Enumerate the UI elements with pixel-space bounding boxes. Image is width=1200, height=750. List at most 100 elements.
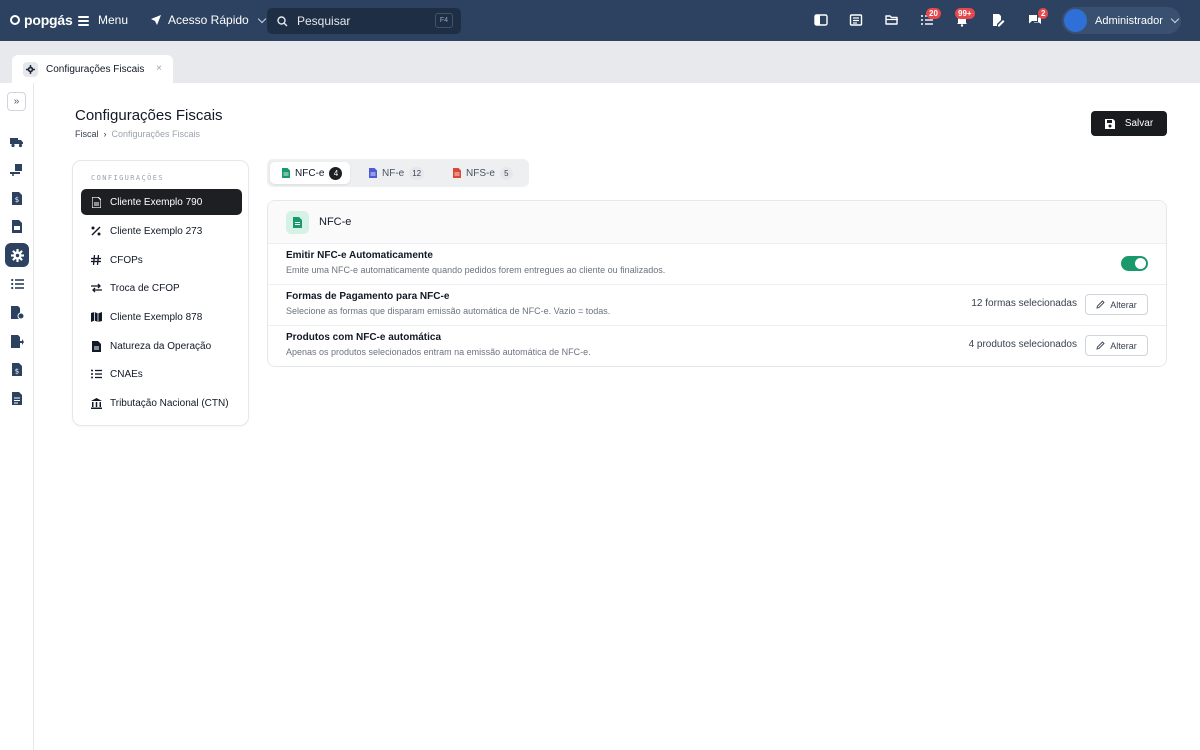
config-item-tributacao-nacional[interactable]: Tributação Nacional (CTN) bbox=[81, 390, 242, 416]
breadcrumb-current: Configurações Fiscais bbox=[111, 129, 201, 139]
settings-gear-icon[interactable] bbox=[5, 243, 29, 267]
gear-icon bbox=[23, 61, 38, 77]
nfse-doc-icon bbox=[453, 168, 461, 178]
card-title: NFC-e bbox=[319, 216, 352, 228]
config-item-cnaes[interactable]: CNAEs bbox=[81, 361, 242, 387]
setting-title: Produtos com NFC-e automática bbox=[286, 332, 442, 343]
edit-document-icon[interactable] bbox=[991, 13, 1005, 27]
config-item-cliente-exemplo-273[interactable]: Cliente Exemplo 273 bbox=[81, 218, 242, 244]
tab-nfe[interactable]: NF-e 12 bbox=[357, 162, 432, 184]
document-icon bbox=[90, 196, 102, 208]
setting-description: Apenas os produtos selecionados entram n… bbox=[286, 347, 591, 357]
config-item-label: Natureza da Operação bbox=[110, 340, 212, 352]
tab-count: 5 bbox=[499, 166, 513, 180]
alter-label: Alterar bbox=[1110, 340, 1137, 351]
config-item-label: CNAEs bbox=[110, 368, 143, 380]
breadcrumb: Fiscal › Configurações Fiscais bbox=[75, 129, 200, 139]
setting-title: Emitir NFC-e Automaticamente bbox=[286, 250, 433, 261]
left-rail: » $ $ bbox=[0, 83, 34, 750]
tab-label: NFC-e bbox=[295, 167, 325, 179]
file-export-icon[interactable] bbox=[5, 329, 29, 353]
logo-text: popgás bbox=[24, 12, 73, 28]
map-icon bbox=[90, 311, 102, 323]
user-menu[interactable]: Administrador bbox=[1062, 7, 1181, 34]
file-icon bbox=[90, 340, 102, 352]
send-icon bbox=[151, 15, 161, 25]
config-item-cliente-exemplo-878[interactable]: Cliente Exemplo 878 bbox=[81, 304, 242, 330]
config-item-natureza-da-operacao[interactable]: Natureza da Operação bbox=[81, 333, 242, 359]
page-tab-strip: Configurações Fiscais × bbox=[0, 41, 1200, 83]
folder-open-icon[interactable] bbox=[885, 13, 899, 27]
quick-access-button[interactable]: Acesso Rápido bbox=[150, 10, 266, 30]
newspaper-icon[interactable] bbox=[849, 13, 863, 27]
svg-text:$: $ bbox=[15, 196, 19, 204]
search-icon bbox=[277, 15, 288, 26]
tab-count: 4 bbox=[329, 166, 343, 180]
chevron-down-icon bbox=[1170, 14, 1180, 24]
pencil-icon bbox=[1096, 300, 1105, 309]
invoice-dollar-icon[interactable]: $ bbox=[5, 186, 29, 210]
selected-count: 12 formas selecionadas bbox=[971, 298, 1077, 309]
invoice-icon[interactable] bbox=[5, 214, 29, 238]
app-logo[interactable]: popgás bbox=[10, 12, 73, 28]
config-item-cliente-exemplo-790[interactable]: Cliente Exemplo 790 bbox=[81, 189, 242, 215]
close-icon[interactable]: × bbox=[156, 63, 162, 74]
menu-label: Menu bbox=[98, 13, 129, 27]
truck-icon[interactable] bbox=[5, 130, 29, 154]
file-dollar-icon[interactable]: $ bbox=[5, 357, 29, 381]
document-type-tabs: NFC-e 4 NF-e 12 NFS-e 5 bbox=[267, 159, 529, 187]
setting-row-payment-methods: Formas de Pagamento para NFC-e Selecione… bbox=[268, 285, 1166, 326]
search-shortcut: F4 bbox=[435, 13, 453, 28]
tab-label: NFS-e bbox=[466, 167, 495, 179]
auto-emit-toggle[interactable] bbox=[1121, 256, 1148, 271]
logo-mark-icon bbox=[10, 15, 20, 25]
nfe-doc-icon bbox=[369, 168, 377, 178]
card-header: NFC-e bbox=[268, 201, 1166, 244]
config-item-cfops[interactable]: CFOPs bbox=[81, 247, 242, 273]
save-label: Salvar bbox=[1124, 118, 1154, 129]
percent-icon bbox=[90, 225, 102, 237]
nfce-card-icon bbox=[286, 210, 309, 234]
hamburger-icon bbox=[78, 15, 89, 26]
tab-nfse[interactable]: NFS-e 5 bbox=[441, 162, 521, 184]
breadcrumb-fiscal[interactable]: Fiscal bbox=[75, 129, 99, 139]
swap-icon bbox=[90, 282, 102, 294]
setting-row-auto-emit: Emitir NFC-e Automaticamente Emite uma N… bbox=[268, 244, 1166, 285]
setting-title: Formas de Pagamento para NFC-e bbox=[286, 291, 450, 302]
bank-icon bbox=[90, 397, 102, 409]
config-item-troca-de-cfop[interactable]: Troca de CFOP bbox=[81, 275, 242, 301]
numbered-list-icon[interactable] bbox=[5, 272, 29, 296]
page-tab-configuracoes-fiscais[interactable]: Configurações Fiscais × bbox=[12, 55, 173, 83]
file-text-icon[interactable] bbox=[5, 386, 29, 410]
messages-badge: 2 bbox=[1038, 8, 1049, 19]
alter-label: Alterar bbox=[1110, 299, 1137, 310]
tasks-badge: 20 bbox=[926, 8, 941, 19]
tab-nfce[interactable]: NFC-e 4 bbox=[270, 162, 351, 184]
alter-payment-methods-button[interactable]: Alterar bbox=[1085, 294, 1148, 315]
config-item-label: CFOPs bbox=[110, 254, 143, 266]
file-settings-icon[interactable] bbox=[5, 300, 29, 324]
page-title: Configurações Fiscais bbox=[75, 107, 223, 124]
sidebar-panel-icon[interactable] bbox=[814, 13, 828, 27]
user-name: Administrador bbox=[1095, 14, 1163, 27]
config-item-label: Cliente Exemplo 273 bbox=[110, 225, 203, 237]
save-button[interactable]: Salvar bbox=[1091, 111, 1167, 136]
tab-label: NF-e bbox=[382, 167, 405, 179]
expand-sidebar-button[interactable]: » bbox=[7, 92, 26, 111]
breadcrumb-separator: › bbox=[103, 129, 107, 139]
toggle-knob bbox=[1135, 258, 1146, 269]
list-icon bbox=[90, 368, 102, 380]
config-nav-header: CONFIGURAÇÕES bbox=[91, 174, 164, 182]
setting-description: Emite uma NFC-e automaticamente quando p… bbox=[286, 265, 666, 275]
svg-text:$: $ bbox=[15, 367, 19, 375]
menu-button[interactable]: Menu bbox=[78, 10, 128, 30]
alter-products-button[interactable]: Alterar bbox=[1085, 335, 1148, 356]
main-content: Configurações Fiscais Fiscal › Configura… bbox=[34, 83, 1200, 750]
hash-icon bbox=[90, 254, 102, 266]
search-input[interactable]: Pesquisar F4 bbox=[267, 8, 461, 34]
delivery-icon[interactable] bbox=[5, 158, 29, 182]
page-tab-label: Configurações Fiscais bbox=[46, 63, 145, 75]
config-item-label: Troca de CFOP bbox=[110, 282, 180, 294]
chevron-down-icon bbox=[257, 14, 266, 23]
floppy-disk-icon bbox=[1104, 118, 1115, 129]
